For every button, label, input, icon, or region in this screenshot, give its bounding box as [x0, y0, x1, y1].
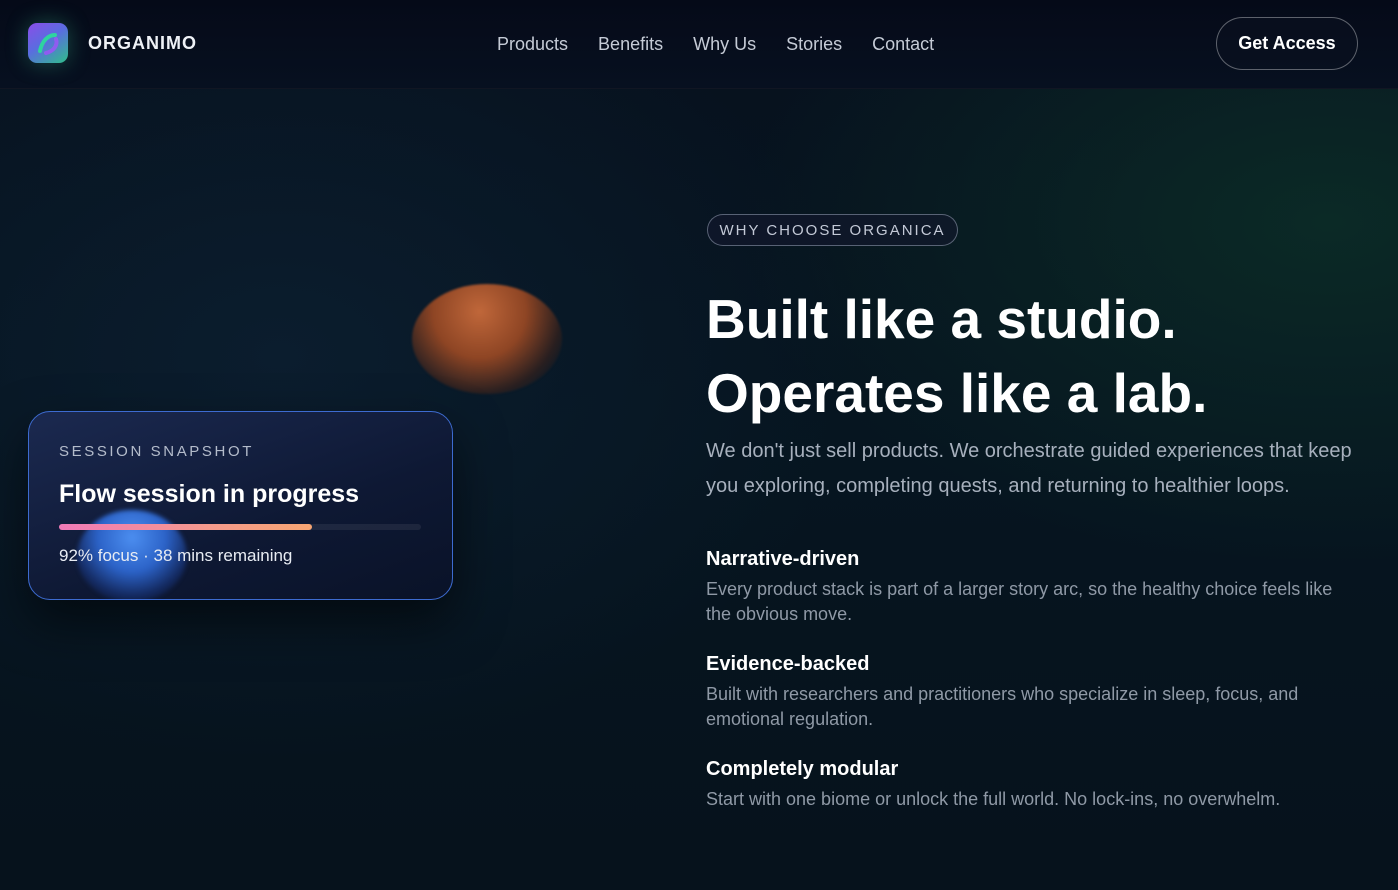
focus-progress-fill	[59, 524, 313, 530]
session-meta: 92% focus · 38 mins remaining	[59, 546, 293, 565]
section-eyebrow-pill: WHY CHOOSE ORGANICA	[707, 214, 958, 246]
session-snapshot-card: SESSION SNAPSHOT Flow session in progres…	[28, 411, 453, 600]
logo-icon[interactable]	[28, 23, 68, 63]
feature-desc: Start with one biome or unlock the full …	[706, 789, 1281, 809]
feature-desc: Every product stack is part of a larger …	[706, 579, 1333, 624]
feature-title: Evidence-backed	[706, 653, 870, 675]
nav-link-stories[interactable]: Stories	[786, 34, 842, 55]
headline-line-2: Operates like a lab.	[706, 362, 1208, 424]
feature-title: Completely modular	[706, 758, 899, 780]
brand-name[interactable]: ORGANIMO	[88, 33, 197, 54]
top-nav: ORGANIMO Products Benefits Why Us Storie…	[0, 0, 1398, 89]
card-title: Flow session in progress	[59, 480, 360, 508]
hero-lede: We don't just sell products. We orchestr…	[706, 440, 1352, 497]
card-eyebrow: SESSION SNAPSHOT	[59, 443, 254, 460]
nav-link-why-us[interactable]: Why Us	[693, 34, 756, 55]
focus-progress-bar	[59, 524, 421, 530]
nav-link-benefits[interactable]: Benefits	[598, 34, 663, 55]
headline-line-1: Built like a studio.	[706, 288, 1177, 350]
nav-link-products[interactable]: Products	[497, 34, 568, 55]
nav-links: Products Benefits Why Us Stories Contact	[497, 34, 964, 55]
feature-desc: Built with researchers and practitioners…	[706, 684, 1299, 729]
feature-completely-modular: Completely modular Start with one biome …	[706, 756, 1356, 812]
nav-link-contact[interactable]: Contact	[872, 34, 934, 55]
get-access-button[interactable]: Get Access	[1216, 17, 1358, 70]
feature-title: Narrative-driven	[706, 548, 860, 570]
feature-evidence-backed: Evidence-backed Built with researchers a…	[706, 651, 1356, 732]
page-title: Built like a studio. Operates like a lab…	[706, 282, 1346, 430]
feature-narrative-driven: Narrative-driven Every product stack is …	[706, 546, 1356, 627]
decorative-orange-orb	[412, 284, 562, 394]
